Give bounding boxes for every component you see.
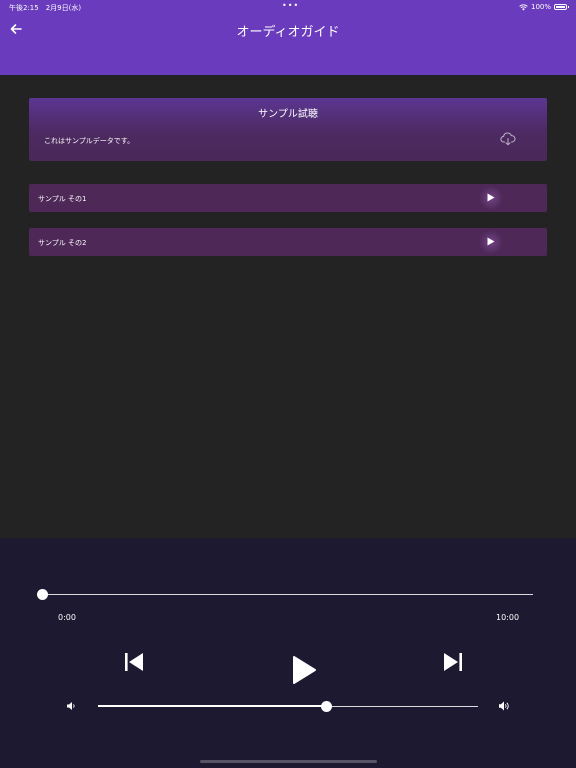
track-play-button[interactable] xyxy=(479,186,503,210)
sample-description: これはサンプルデータです。 xyxy=(44,137,135,145)
battery-percent: 100% xyxy=(530,3,551,11)
battery-icon xyxy=(554,4,569,10)
status-bar: 午後2:15 2月9日(水) ••• 100% xyxy=(0,0,576,14)
status-time: 午後2:15 2月9日(水) xyxy=(9,4,82,12)
volume-low-icon xyxy=(67,702,75,710)
track-label: サンプル その1 xyxy=(38,195,87,203)
current-time: 0:00 xyxy=(58,613,76,622)
volume-slider-fill xyxy=(98,705,326,707)
audio-player: 0:00 10:00 xyxy=(0,538,576,768)
track-label: サンプル その2 xyxy=(38,239,87,247)
page-title: オーディオガイド xyxy=(236,25,340,40)
home-indicator xyxy=(200,760,377,763)
total-time: 10:00 xyxy=(496,613,520,622)
status-right: 100% xyxy=(519,3,569,11)
track-row[interactable]: サンプル その2 xyxy=(29,228,547,256)
play-icon xyxy=(487,237,495,246)
sample-title: サンプル試聴 xyxy=(258,109,318,120)
volume-slider-thumb[interactable] xyxy=(320,701,332,712)
volume-high-icon xyxy=(499,701,509,711)
wifi-icon xyxy=(519,3,528,10)
play-icon xyxy=(487,193,495,202)
multitasking-dots[interactable]: ••• xyxy=(282,1,299,10)
app-screen: 午後2:15 2月9日(水) ••• 100% オーディオガイド サンプル試聴 … xyxy=(0,0,576,768)
skip-previous-icon[interactable] xyxy=(124,652,144,672)
skip-next-icon[interactable] xyxy=(443,652,463,672)
track-row[interactable]: サンプル その1 xyxy=(29,184,547,212)
cloud-download-icon[interactable] xyxy=(500,132,516,146)
sample-card: サンプル試聴 これはサンプルデータです。 xyxy=(29,98,547,161)
progress-slider[interactable] xyxy=(42,594,533,595)
progress-slider-thumb[interactable] xyxy=(36,589,48,600)
track-play-button[interactable] xyxy=(479,230,503,254)
play-icon[interactable] xyxy=(291,655,317,685)
app-header: 午後2:15 2月9日(水) ••• 100% オーディオガイド xyxy=(0,0,576,75)
